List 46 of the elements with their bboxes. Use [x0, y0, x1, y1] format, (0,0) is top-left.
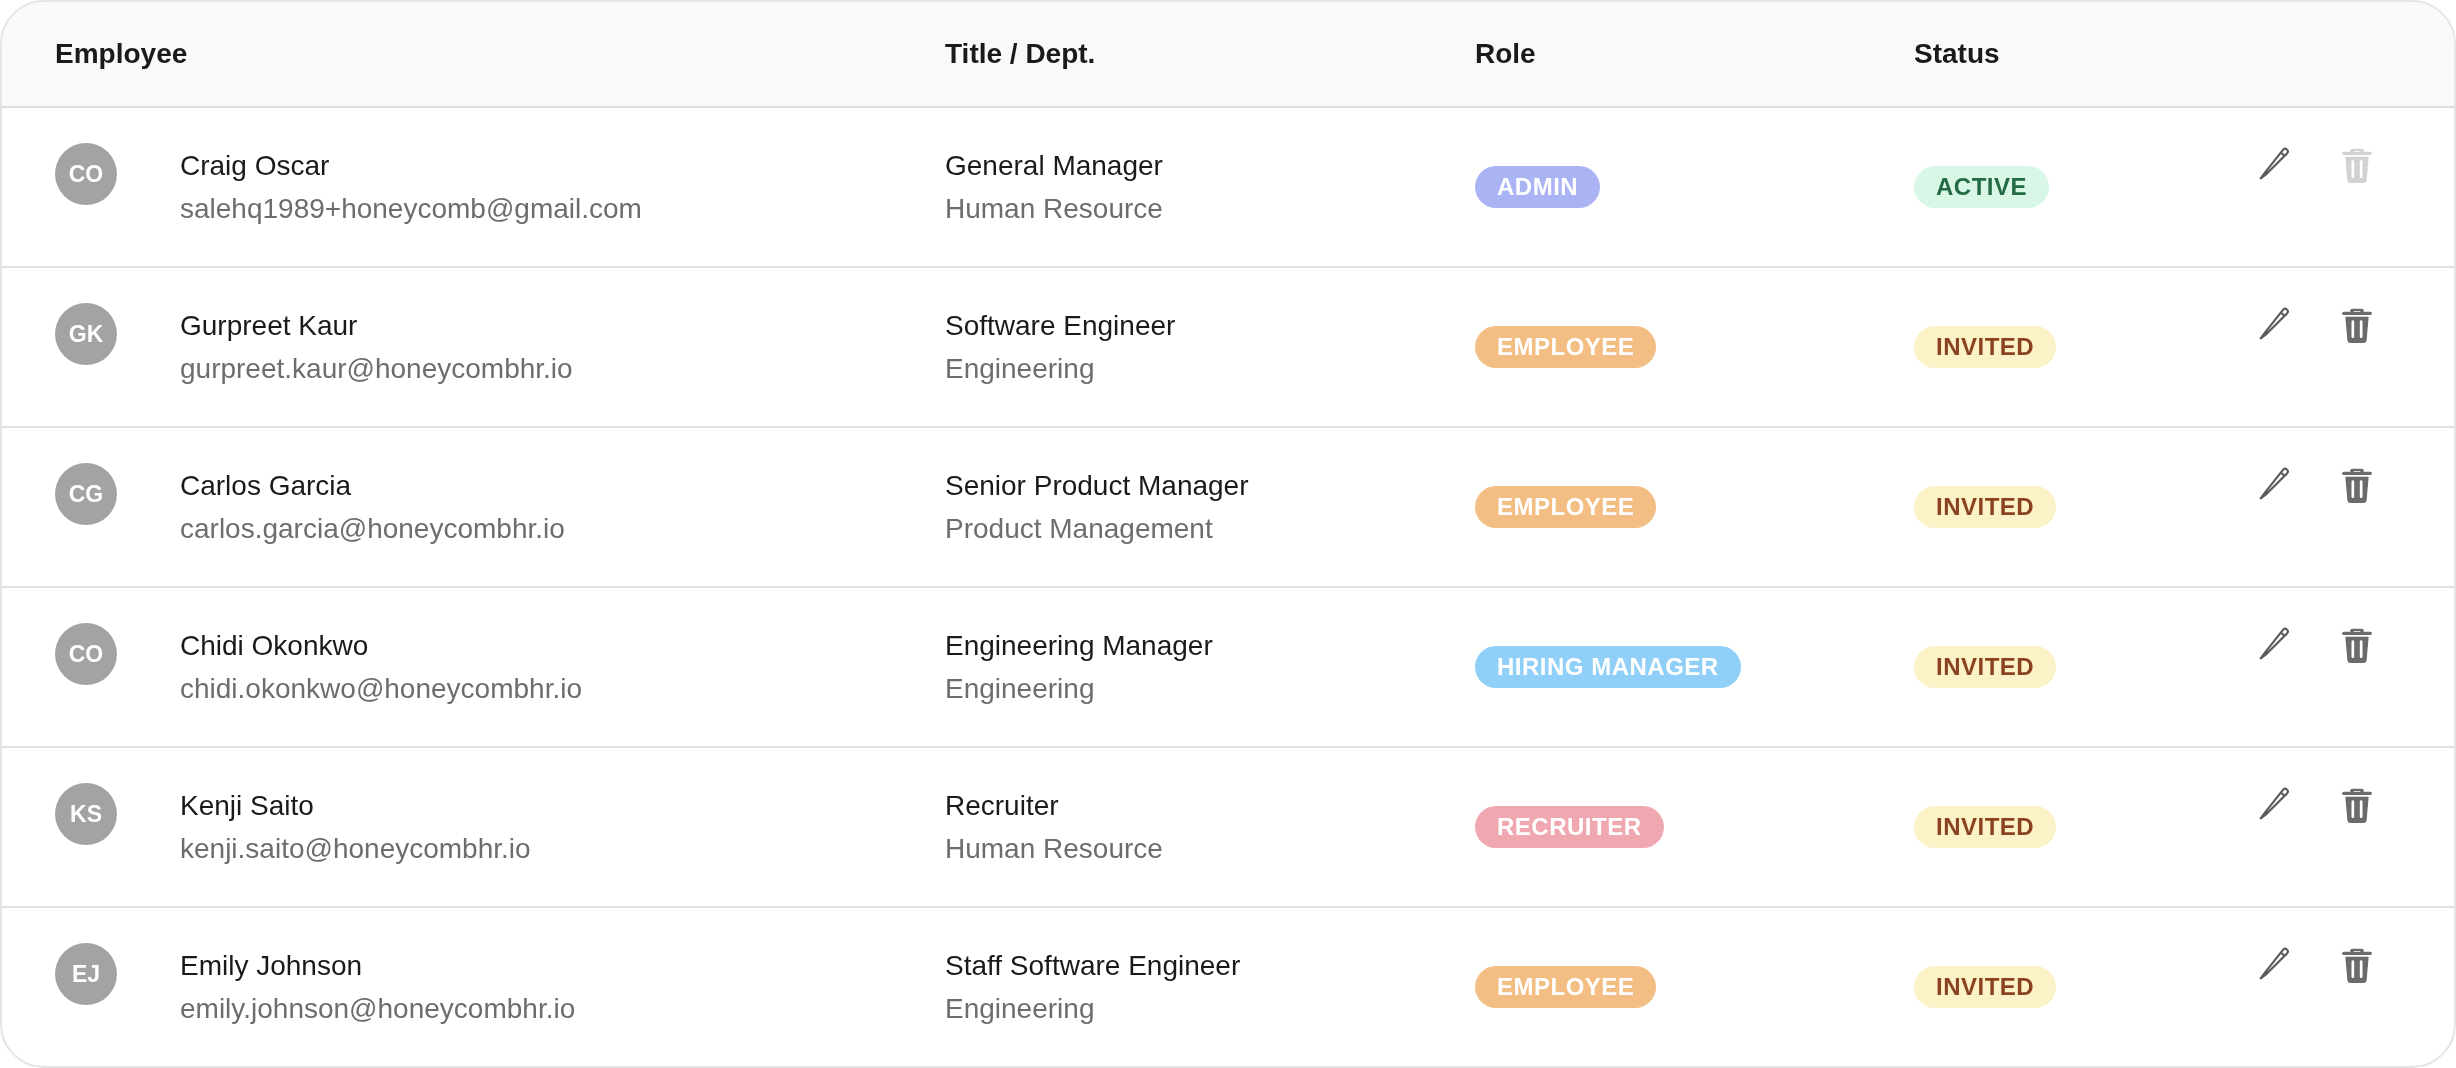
- status-tag: INVITED: [1914, 805, 2057, 849]
- role-tag: EMPLOYEE: [1475, 325, 1657, 369]
- avatar: GK: [55, 303, 117, 365]
- employee-name: Gurpreet Kaur: [180, 308, 359, 343]
- column-header: Status: [1914, 38, 2000, 69]
- role-tag: RECRUITER: [1475, 805, 1664, 849]
- column-header: Role: [1475, 38, 1536, 69]
- status-tag: INVITED: [1914, 965, 2057, 1009]
- job-title: Recruiter: [945, 788, 1060, 823]
- employee-email: carlos.garcia@honeycombhr.io: [180, 512, 565, 546]
- department: Human Resource: [945, 832, 1164, 866]
- avatar: CO: [55, 143, 117, 205]
- status-tag: INVITED: [1914, 325, 2057, 369]
- role-tag: EMPLOYEE: [1475, 485, 1657, 529]
- employee-email: gurpreet.kaur@honeycombhr.io: [180, 352, 573, 386]
- role-tag: EMPLOYEE: [1475, 965, 1657, 1009]
- job-title: Engineering Manager: [945, 628, 1214, 663]
- status-tag: INVITED: [1914, 645, 2057, 689]
- employee-name: Chidi Okonkwo: [180, 628, 370, 663]
- status-tag: INVITED: [1914, 485, 2057, 529]
- department: Product Management: [945, 512, 1214, 546]
- column-header: Title / Dept.: [945, 38, 1096, 69]
- avatar: KS: [55, 783, 117, 845]
- avatar: EJ: [55, 943, 117, 1005]
- avatar: CO: [55, 623, 117, 685]
- job-title: General Manager: [945, 148, 1164, 183]
- job-title: Software Engineer: [945, 308, 1177, 343]
- department: Engineering: [945, 352, 1096, 386]
- employee-email: kenji.saito@honeycombhr.io: [180, 832, 531, 866]
- role-tag: HIRING MANAGER: [1475, 645, 1741, 689]
- status-tag: ACTIVE: [1914, 165, 2049, 209]
- department: Engineering: [945, 992, 1096, 1026]
- department: Human Resource: [945, 192, 1164, 226]
- department: Engineering: [945, 672, 1096, 706]
- avatar: CG: [55, 463, 117, 525]
- employee-email: chidi.okonkwo@honeycombhr.io: [180, 672, 582, 706]
- employee-name: Emily Johnson: [180, 948, 364, 983]
- job-title: Senior Product Manager: [945, 468, 1250, 503]
- employee-name: Carlos Garcia: [180, 468, 353, 503]
- job-title: Staff Software Engineer: [945, 948, 1242, 983]
- column-header: Employee: [55, 38, 188, 69]
- employee-name: Craig Oscar: [180, 148, 331, 183]
- employee-email: emily.johnson@honeycombhr.io: [180, 992, 576, 1026]
- employee-name: Kenji Saito: [180, 788, 315, 823]
- employee-email: salehq1989+honeycomb@gmail.com: [180, 192, 642, 226]
- role-tag: ADMIN: [1475, 165, 1601, 209]
